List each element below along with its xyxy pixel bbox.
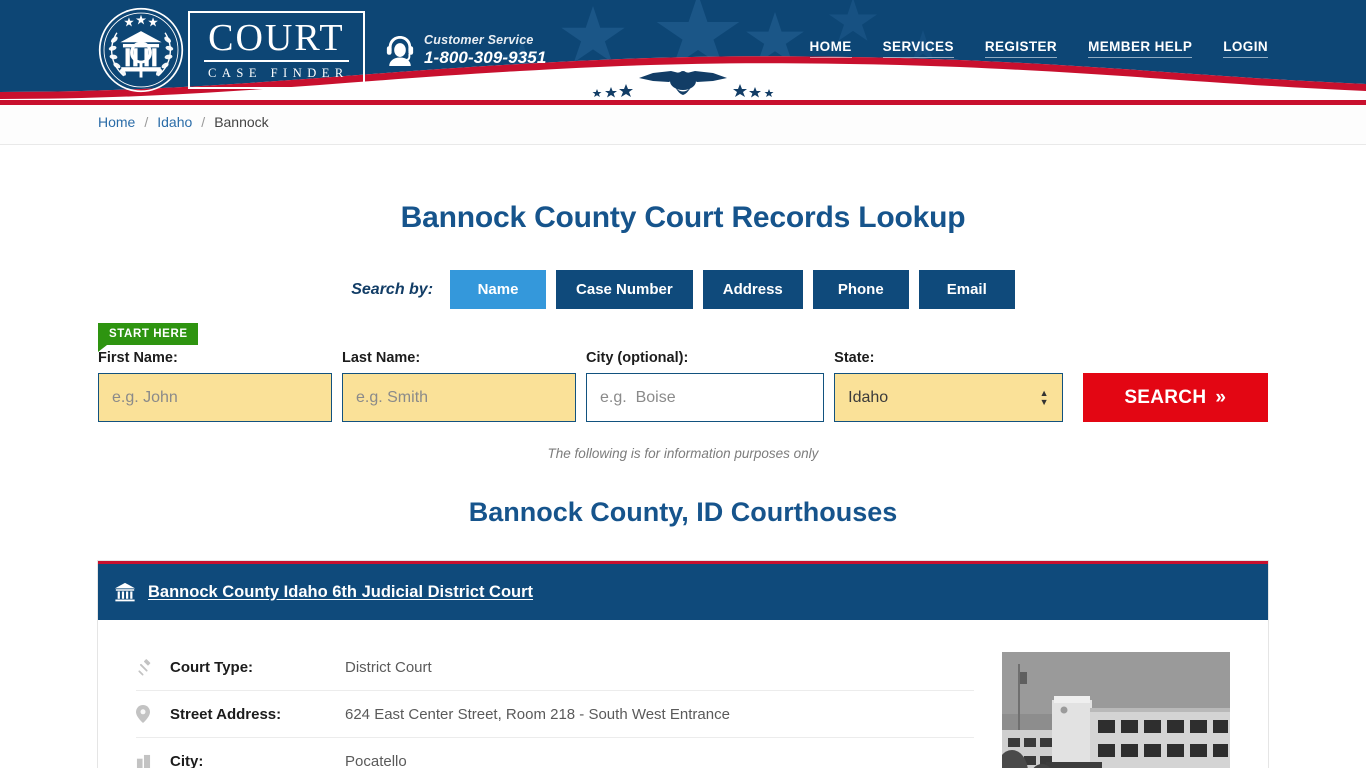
- courthouse-card-body: Court Type: District Court Street Addres…: [98, 620, 1268, 768]
- logo-subtitle: CASE FINDER: [208, 66, 349, 81]
- detail-label-street-address: Street Address:: [170, 705, 282, 723]
- last-name-field-group: Last Name:: [342, 350, 576, 422]
- detail-label-court-type: Court Type:: [170, 658, 254, 676]
- state-select[interactable]: Idaho ▲ ▼: [834, 373, 1063, 422]
- breadcrumb: Home / Idaho / Bannock: [0, 100, 1366, 145]
- courthouse-bank-icon: [114, 582, 136, 602]
- tab-name[interactable]: Name: [450, 270, 547, 309]
- nav-item-register[interactable]: REGISTER: [984, 39, 1058, 58]
- logo-wordmark: COURT CASE FINDER: [188, 11, 365, 89]
- courthouse-details-list: Court Type: District Court Street Addres…: [136, 636, 974, 768]
- info-purposes-note: The following is for information purpose…: [547, 446, 819, 461]
- city-label: City (optional):: [586, 350, 689, 366]
- gavel-icon: [136, 658, 170, 676]
- court-seal-icon: [98, 7, 184, 93]
- tab-email[interactable]: Email: [918, 270, 1015, 309]
- breadcrumb-current: Bannock: [214, 114, 269, 130]
- breadcrumb-idaho[interactable]: Idaho: [157, 114, 192, 130]
- courthouse-card: Bannock County Idaho 6th Judicial Distri…: [98, 561, 1268, 768]
- nav-item-home[interactable]: HOME: [809, 39, 852, 58]
- tab-case-number[interactable]: Case Number: [556, 270, 693, 309]
- detail-row-street-address: Street Address: 624 East Center Street, …: [136, 691, 974, 738]
- state-select-value: Idaho: [848, 388, 889, 406]
- city-field-group: City (optional):: [586, 350, 825, 422]
- courthouse-card-header: Bannock County Idaho 6th Judicial Distri…: [98, 564, 1268, 620]
- courthouse-photo: [1002, 652, 1230, 768]
- header-red-divider: [0, 100, 1366, 105]
- detail-label-city: City:: [170, 752, 204, 768]
- detail-value-street-address: 624 East Center Street, Room 218 - South…: [345, 705, 730, 723]
- eagle-emblem-icon: [592, 71, 774, 98]
- first-name-field-group: First Name:: [98, 350, 332, 422]
- state-field-group: State: Idaho ▲ ▼: [834, 350, 1063, 422]
- state-label: State:: [834, 350, 875, 366]
- last-name-input[interactable]: [342, 373, 576, 422]
- first-name-label: First Name:: [98, 350, 178, 366]
- breadcrumb-home[interactable]: Home: [98, 114, 135, 130]
- customer-service-phone[interactable]: 1-800-309-9351: [424, 48, 546, 68]
- tab-address[interactable]: Address: [702, 270, 803, 309]
- nav-item-member-help[interactable]: MEMBER HELP: [1088, 39, 1193, 58]
- city-input[interactable]: [586, 373, 825, 422]
- tab-phone[interactable]: Phone: [812, 270, 909, 309]
- breadcrumb-separator: /: [201, 114, 206, 130]
- main-content: Bannock County Court Records Lookup Sear…: [0, 201, 1366, 768]
- detail-row-city: City: Pocatello: [136, 738, 974, 768]
- site-logo[interactable]: COURT CASE FINDER: [98, 7, 365, 93]
- customer-service-label: Customer Service: [424, 33, 534, 47]
- customer-service-block[interactable]: Customer Service 1-800-309-9351: [385, 33, 546, 68]
- courthouse-title-link[interactable]: Bannock County Idaho 6th Judicial Distri…: [148, 583, 533, 602]
- search-button[interactable]: SEARCH »: [1082, 373, 1268, 422]
- site-header: COURT CASE FINDER Customer Service 1-800…: [0, 0, 1366, 100]
- nav-item-services[interactable]: SERVICES: [882, 39, 954, 58]
- logo-title: COURT: [204, 19, 349, 63]
- search-form: START HERE First Name: Last Name: City (…: [98, 323, 1268, 422]
- headset-support-icon: [386, 36, 414, 67]
- breadcrumb-separator: /: [144, 114, 149, 130]
- detail-row-court-type: Court Type: District Court: [136, 644, 974, 691]
- start-here-badge: START HERE: [98, 323, 198, 352]
- detail-value-city: Pocatello: [345, 752, 407, 768]
- map-pin-icon: [136, 705, 170, 723]
- detail-value-court-type: District Court: [345, 658, 432, 676]
- search-button-label: SEARCH: [1124, 386, 1207, 408]
- search-by-tabs: Search by: Name Case Number Address Phon…: [0, 270, 1366, 309]
- page-title: Bannock County Court Records Lookup: [400, 201, 966, 234]
- main-navigation: HOME SERVICES REGISTER MEMBER HELP LOGIN: [809, 39, 1268, 58]
- first-name-input[interactable]: [98, 373, 332, 422]
- double-chevron-right-icon: »: [1215, 386, 1227, 408]
- chevron-updown-icon: ▲ ▼: [1039, 388, 1049, 407]
- nav-item-login[interactable]: LOGIN: [1223, 39, 1268, 58]
- city-icon: [136, 754, 170, 768]
- last-name-label: Last Name:: [342, 350, 421, 366]
- search-by-label: Search by:: [351, 280, 434, 298]
- courthouses-section-title: Bannock County, ID Courthouses: [468, 497, 898, 527]
